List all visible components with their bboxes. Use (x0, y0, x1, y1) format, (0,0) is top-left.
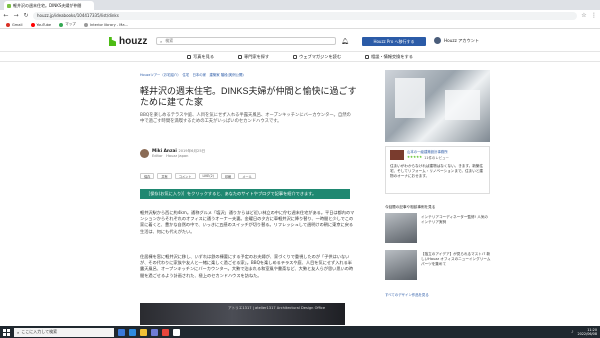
nav-item-find-pros[interactable]: 専門家を探す (238, 54, 269, 60)
task-view-icon[interactable] (118, 328, 125, 336)
pro-reviews: ★★★★★ 11件のレビュー (407, 155, 449, 160)
chat-icon (365, 54, 370, 59)
store-icon[interactable] (151, 328, 158, 336)
reload-icon[interactable]: ↻ (23, 12, 29, 19)
bookmark-maps[interactable]: マップ (59, 22, 76, 27)
forward-icon[interactable]: → (13, 12, 19, 19)
share-button[interactable]: 共有 (157, 173, 172, 179)
edge-icon[interactable] (129, 328, 136, 336)
author-block: Miki Anzai 2019年6月25日 Editor Houzz Japan (140, 148, 205, 159)
pro-description: 住まいがわからなければ建物はなくない。きます。新築住宅、そしてリフォーム・リノベ… (390, 164, 484, 178)
bookmarks-bar: Gmail YouTube マップ Interior library - Ma.… (0, 21, 600, 29)
houzz-logo[interactable]: houzz (109, 36, 147, 47)
save-tip-banner: ［保存(お気に入り)］をクリックすると、あなたのサイトやブログで記事を紹介できま… (140, 189, 350, 199)
author-avatar[interactable] (140, 149, 149, 158)
avatar (434, 37, 441, 44)
breadcrumb[interactable]: Houzzツアー（お宅紹介） 住宅 日本の家 建築家 階段(実例公開) (140, 72, 244, 77)
author-date: 2019年6月25日 (178, 149, 206, 153)
magazine-icon (293, 54, 298, 59)
photo-caption[interactable]: アトリエ1317 | atelier1317 Architectural Des… (228, 306, 325, 311)
related-thumbnail (385, 213, 417, 243)
bookmark-gmail[interactable]: Gmail (6, 22, 23, 27)
tab-title: 軽井沢の週末住宅。DINKS夫婦が仲間 (13, 2, 82, 8)
browser-tab[interactable]: 軽井沢の週末住宅。DINKS夫婦が仲間 (4, 1, 94, 10)
houzz-pro-button[interactable]: Houzz Pro へ移行する (362, 37, 426, 46)
article-paragraph: 軽井沢駅から西に約4km。通称グルメ「塩沢」通りからほど近い林立の中に佇む週末住… (140, 210, 355, 234)
header-icons: 🔔︎ (341, 38, 349, 45)
author-role: Editor Houzz Japan (152, 154, 189, 158)
account-menu[interactable]: Houzz アカウント (434, 37, 479, 44)
back-icon[interactable]: ← (3, 12, 9, 19)
like-button[interactable]: LIKE(2) (198, 173, 218, 179)
related-item[interactable]: インテリアコーディネーター監修! 人気のインテリア実例 (385, 213, 491, 245)
search-input[interactable]: ⌕ 検索 (156, 37, 336, 45)
pro-name[interactable]: 山本の一級建築設計事務所 (407, 149, 448, 154)
browser-tab-bar: 軽井沢の週末住宅。DINKS夫婦が仲間 (0, 0, 600, 10)
windows-taskbar: ⌕ ここに入力して検索 ♪ 11:20 2022/06/08 (0, 326, 600, 338)
more-designs-link[interactable]: すべてのデザイン作品を見る (385, 292, 429, 297)
nav-item-photos[interactable]: 写真を見る (187, 54, 214, 60)
search-icon: ⌕ (160, 38, 163, 44)
photos-icon (187, 54, 192, 59)
menu-icon[interactable]: ⋮ (591, 12, 597, 19)
search-icon: ⌕ (17, 329, 20, 335)
pro-logo (390, 150, 404, 160)
youtube-icon (30, 22, 35, 27)
clock[interactable]: 11:20 2022/06/08 (577, 328, 597, 336)
nav-item-advice[interactable]: 相談・情報交換をする (365, 54, 413, 60)
taskbar-search-input[interactable]: ⌕ ここに入力して検索 (14, 327, 114, 337)
article-actions: 保存 共有 コメント LIKE(2) 印刷 メール (140, 173, 256, 179)
houzz-favicon-icon (7, 3, 11, 8)
windows-start-icon[interactable] (3, 328, 10, 336)
chrome-icon[interactable] (162, 328, 169, 336)
main-nav: 写真を見る 専門家を探す ウェブマガジンを読む 相談・情報交換をする (0, 52, 600, 62)
email-button[interactable]: メール (238, 173, 256, 179)
bookmark-youtube[interactable]: YouTube (30, 22, 51, 27)
app-icon[interactable] (173, 328, 180, 336)
page-title: 軽井沢の週末住宅。DINKS夫婦が仲間と愉快に過ごすために建てた家 (140, 86, 357, 107)
url-text: houzz.jp/ideabooks/104417335/list/dinks (37, 13, 119, 18)
page-icon (83, 22, 88, 27)
comment-button[interactable]: コメント (174, 173, 196, 179)
star-icon[interactable]: ☆ (581, 12, 587, 19)
rating-stars-icon: ★★★★★ (407, 155, 423, 159)
address-row: ← → ↻ houzz.jp/ideabooks/104417335/list/… (0, 10, 600, 21)
system-tray: ♪ 11:20 2022/06/08 (571, 328, 597, 336)
related-thumbnail (385, 250, 417, 280)
notifications-bell-icon[interactable]: 🔔︎ (341, 38, 349, 45)
article-subtitle: BBQを楽しめるテラスや庭、人目を気にせず入れる半露天風呂、オープンキッチンにバ… (140, 113, 351, 124)
nav-item-magazine[interactable]: ウェブマガジンを読む (293, 54, 341, 60)
sidebar-photo[interactable] (385, 70, 490, 142)
volume-icon[interactable]: ♪ (571, 330, 573, 334)
article-paragraph: 住居棟を窓に軽井沢に移し、いずれは鉄の棟要にする予定のお夫婦が、家づくりで重視し… (140, 254, 354, 278)
person-icon (238, 54, 243, 59)
houzz-logo-icon (109, 37, 116, 46)
related-section-heading: 今話題の記事や相談事例を見る (385, 205, 436, 209)
bookmark-interior-library[interactable]: Interior library - Ma... (83, 22, 128, 27)
related-item[interactable]: 【独立のアイデア】が見られるマストバ 新しいHouzz オフィスのニューイングリ… (385, 250, 491, 282)
file-explorer-icon[interactable] (140, 328, 147, 336)
gmail-icon (6, 22, 10, 27)
url-bar[interactable]: houzz.jp/ideabooks/104417335/list/dinks (33, 11, 577, 20)
maps-icon (59, 22, 64, 27)
print-button[interactable]: 印刷 (220, 173, 236, 179)
save-button[interactable]: 保存 (140, 173, 155, 179)
